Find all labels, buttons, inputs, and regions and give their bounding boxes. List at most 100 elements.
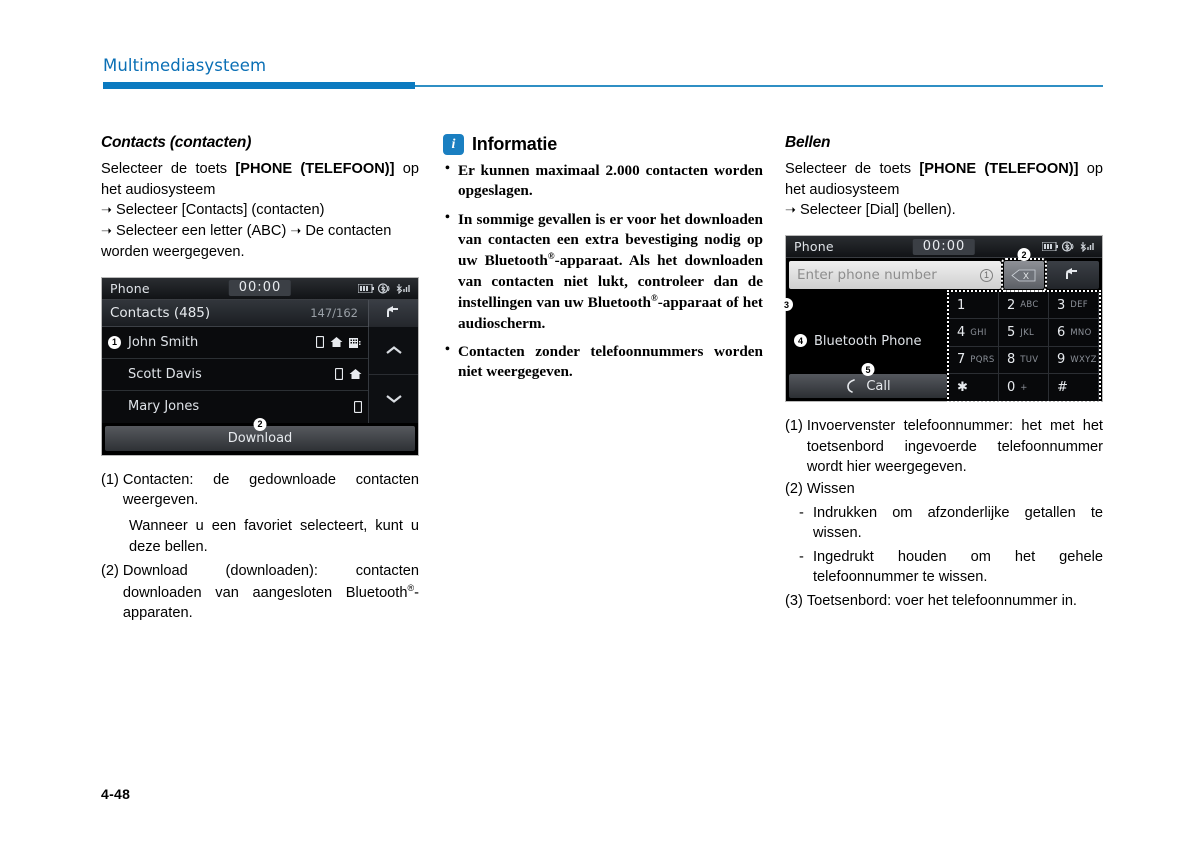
backspace-icon: X [1011, 269, 1036, 282]
table-row[interactable]: Scott Davis [102, 358, 370, 391]
callout-marker-1: 1 [108, 335, 121, 349]
arrow-icon: ➝ [785, 202, 796, 218]
legend-text: Invoervenster telefoonnummer: het met he… [806, 418, 1103, 475]
contacts-step-2: ➝ Selecteer een letter (ABC) ➝ De contac… [101, 221, 419, 262]
contact-name: Mary Jones [128, 399, 200, 415]
arrow-icon: ➝ [101, 223, 112, 239]
legend-text: Toetsenbord: voer het telefoonnummer in. [806, 592, 1077, 609]
key-digit: 4 [957, 325, 966, 341]
list-item: In sommige gevallen is er voor het downl… [443, 209, 763, 334]
key-0[interactable]: 0 + [999, 373, 1049, 402]
contact-number-types [354, 400, 362, 413]
key-8[interactable]: 8 TUV [999, 346, 1049, 374]
bluetooth-signal-icon [1080, 242, 1094, 253]
dial-step-1: ➝ Selecteer [Dial] (bellen). [785, 200, 1103, 221]
legend-item-3: (3) Toetsenbord: voer het telefoonnummer… [785, 591, 1103, 611]
key-2[interactable]: 2 ABC [999, 292, 1049, 320]
mobile-icon [354, 400, 362, 413]
key-6[interactable]: 6 MNO [1049, 319, 1099, 347]
bluetooth-audio-icon [1062, 241, 1074, 252]
clear-button[interactable]: 2 X [1001, 248, 1047, 293]
legend-subtext: Ingedrukt houden om het gehele telefoonn… [813, 548, 1103, 586]
key-digit: # [1057, 380, 1068, 396]
key-1[interactable]: 1 [949, 292, 999, 320]
list-item: Contacten zonder telefoonnummers worden … [443, 341, 763, 383]
home-icon [330, 337, 343, 348]
dialer-status-bar: Phone 00:00 [786, 236, 1102, 259]
info-icon: i [443, 134, 464, 155]
dialer-input-row: Enter phone number 1 2 X [786, 248, 1102, 293]
svg-text:X: X [1023, 271, 1029, 281]
dial-step-1-text: Selecteer [Dial] (bellen). [799, 202, 956, 219]
key-hash[interactable]: # [1049, 373, 1099, 402]
phone-key-label: [PHONE (TELEFOON)] [919, 161, 1079, 177]
contacts-scroll-controls[interactable] [368, 326, 418, 423]
callout-marker-1: 1 [980, 268, 993, 282]
key-letters: MNO [1070, 327, 1092, 338]
keypad[interactable]: 3 1 2 ABC 3 DEF 4 GHI 5 JKL 6 MNO 7 PQRS 8 TUV … [780, 290, 1101, 404]
dialer-body: 4 Bluetooth Phone 5 Call 3 1 2 ABC 3 DEF 4… [780, 290, 1102, 404]
call-button[interactable]: 5 Call [789, 363, 947, 399]
contact-number-types [316, 336, 362, 349]
legend-subitem-1: - Indrukken om afzonderlijke getallen te… [799, 503, 1103, 544]
scroll-down-button[interactable] [369, 375, 418, 423]
key-digit: 6 [1057, 325, 1066, 341]
callout-marker-5: 5 [861, 363, 875, 377]
key-3[interactable]: 3 DEF [1049, 292, 1099, 320]
contacts-legend: (1) Contacten: de gedownloade contacten … [101, 470, 419, 624]
contacts-device-name: Phone [110, 280, 150, 296]
table-row[interactable]: Mary Jones [102, 390, 370, 423]
key-letters: DEF [1070, 300, 1088, 311]
scroll-up-button[interactable] [369, 327, 418, 376]
mobile-icon [335, 368, 343, 381]
key-5[interactable]: 5 JKL [999, 319, 1049, 347]
legend-item-1: (1) Contacten: de gedownloade contacten … [101, 470, 419, 511]
key-digit: 7 [957, 352, 966, 368]
callout-marker-2: 2 [1017, 248, 1031, 262]
section-heading-contacts: Contacts (contacten) [101, 134, 252, 151]
back-arrow-icon [386, 305, 398, 317]
registered-mark: ® [650, 293, 658, 304]
info-bullet-list: Er kunnen maximaal 2.000 contacten worde… [443, 160, 763, 383]
key-4[interactable]: 4 GHI [949, 319, 999, 347]
key-9[interactable]: 9 WXYZ [1049, 346, 1099, 374]
legend-number: (2) [785, 481, 803, 498]
contacts-step-1-text: Selecteer [Contacts] (contacten) [115, 202, 325, 219]
table-row[interactable]: 1 John Smith [102, 326, 370, 359]
legend-text: Download (downloaden): contacten downloa… [123, 561, 419, 623]
bluetooth-phone-label: Bluetooth Phone [814, 334, 922, 350]
key-digit: 5 [1007, 325, 1016, 341]
chevron-down-icon [385, 395, 402, 404]
download-button[interactable]: 2 Download [105, 417, 415, 451]
page-number: 4-48 [101, 786, 131, 802]
header-rule-thick [103, 82, 415, 89]
section-heading-dial: Bellen [785, 134, 831, 151]
key-letters: ABC [1020, 300, 1039, 311]
key-digit: 9 [1057, 352, 1066, 368]
key-letters: PQRS [970, 354, 995, 365]
legend-item-1-note: Wanneer u een favoriet selecteert, kunt … [129, 518, 419, 555]
legend-item-2: (2) Wissen [785, 479, 1103, 499]
legend-text: Wissen [806, 481, 855, 498]
office-icon [349, 338, 361, 349]
contacts-status-bar: Phone 00:00 [102, 277, 418, 300]
key-star[interactable]: ✱ [949, 373, 999, 402]
back-button[interactable] [1047, 261, 1099, 290]
column-information: i Informatie Er kunnen maximaal 2.000 co… [443, 134, 763, 391]
legend-item-1: (1) Invoervenster telefoonnummer: het me… [785, 416, 1103, 477]
page-header: Multimediasysteem [103, 56, 1103, 75]
key-7[interactable]: 7 PQRS [949, 346, 999, 374]
contacts-step-1: ➝ Selecteer [Contacts] (contacten) [101, 200, 419, 221]
dash-mark: - [799, 504, 804, 521]
list-item: Er kunnen maximaal 2.000 contacten worde… [443, 160, 763, 202]
arrow-icon: ➝ [101, 202, 112, 218]
back-button[interactable] [368, 299, 418, 327]
key-digit: 0 [1007, 380, 1016, 396]
legend-item-2: (2) Download (downloaden): contacten dow… [101, 561, 419, 623]
legend-subtext: Indrukken om afzonderlijke getallen te w… [813, 504, 1103, 542]
legend-number: (1) [785, 418, 803, 435]
chevron-up-icon [385, 345, 402, 354]
bluetooth-audio-icon [378, 282, 390, 294]
phone-number-input[interactable]: Enter phone number 1 [789, 261, 1001, 290]
dialer-clock: 00:00 [912, 238, 976, 255]
